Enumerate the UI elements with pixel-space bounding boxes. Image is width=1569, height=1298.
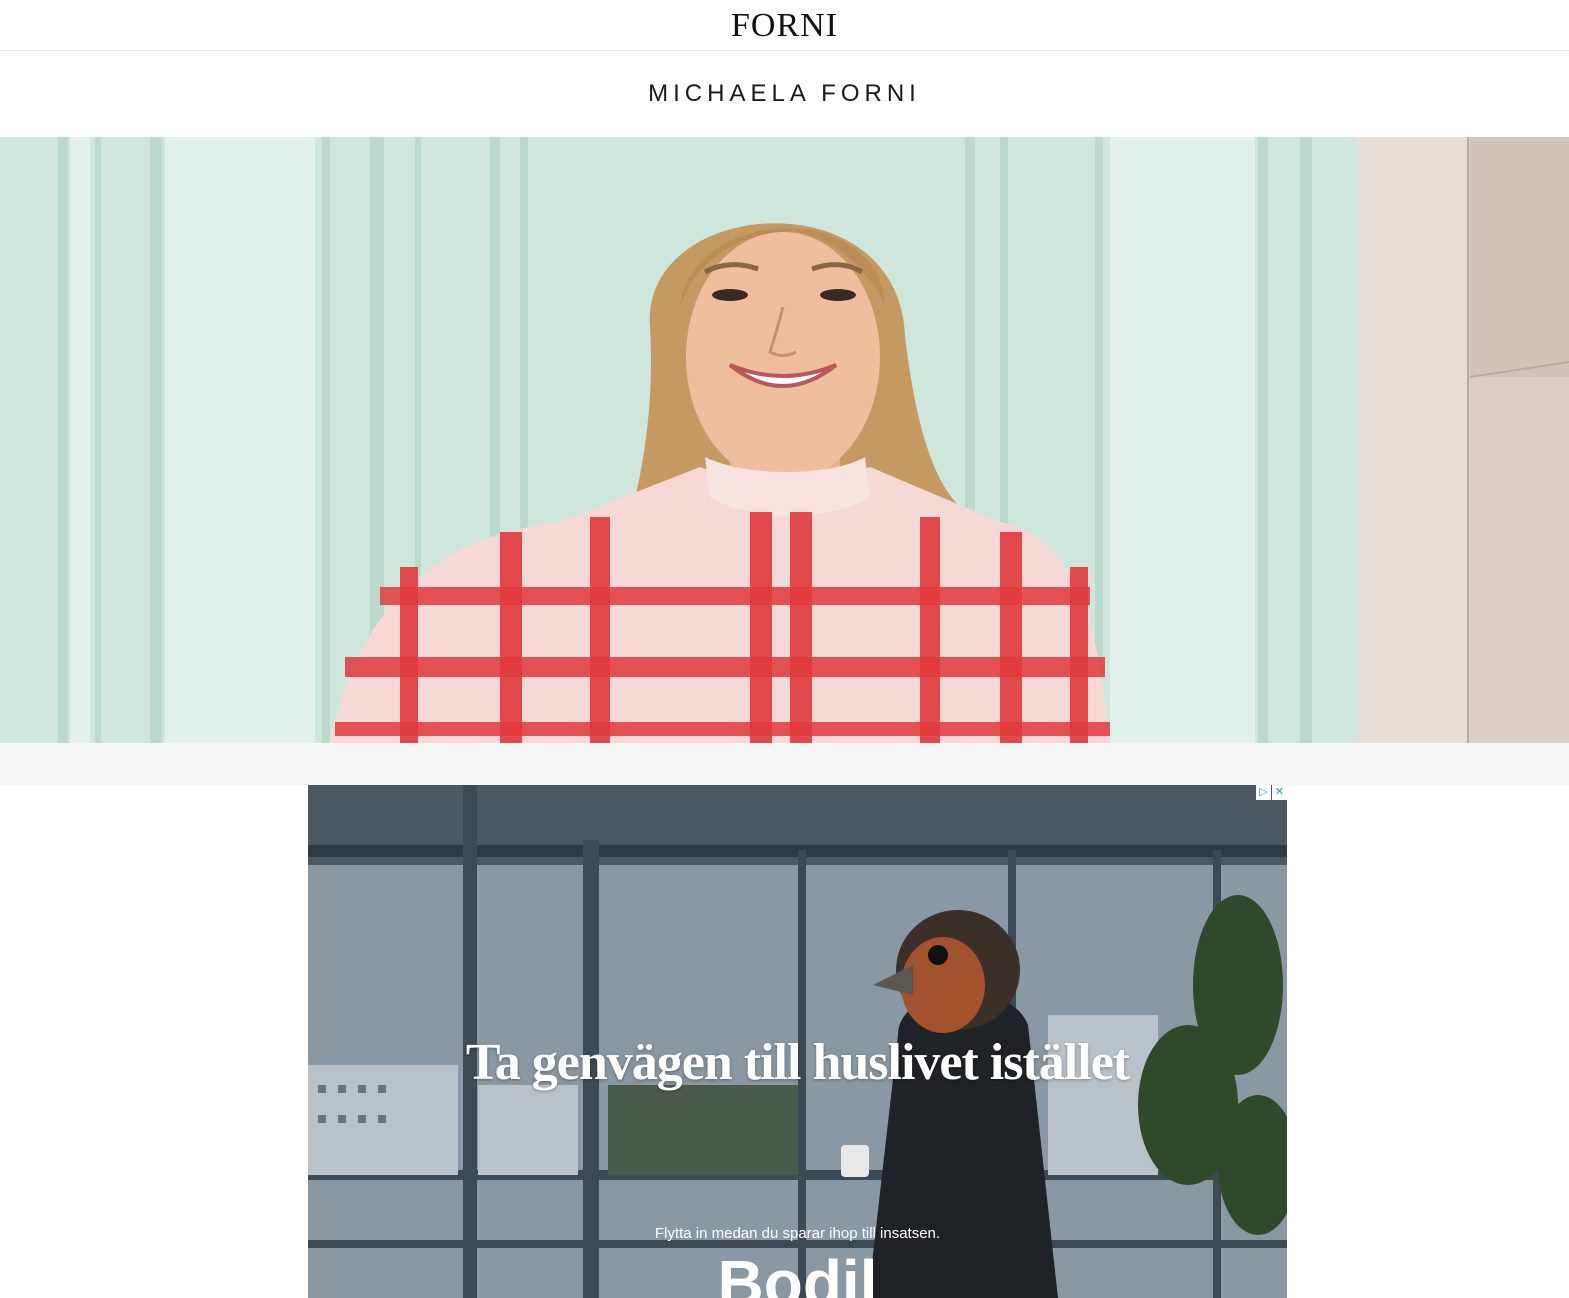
ad-headline: Ta genvägen till huslivet istället xyxy=(465,1034,1130,1091)
ad-badges: ▷ ✕ xyxy=(1255,785,1287,800)
ad-brand: Bodil xyxy=(717,1247,878,1298)
blog-title[interactable]: MICHAELA FORNI xyxy=(648,80,921,108)
section-gap xyxy=(0,743,1569,785)
blog-title-bar: MICHAELA FORNI xyxy=(0,51,1569,137)
adchoices-icon[interactable]: ▷ xyxy=(1256,785,1271,800)
close-icon[interactable]: ✕ xyxy=(1272,785,1287,800)
hero-image xyxy=(0,137,1569,743)
advertisement-banner[interactable]: Ta genvägen till huslivet istället Flytt… xyxy=(308,785,1287,1298)
ad-subline: Flytta in medan du sparar ihop till insa… xyxy=(654,1225,941,1242)
site-header: FORNI xyxy=(0,0,1569,51)
ad-container: Ta genvägen till huslivet istället Flytt… xyxy=(0,785,1569,1298)
hero-photo xyxy=(0,137,1569,743)
site-logo[interactable]: FORNI xyxy=(731,9,838,43)
